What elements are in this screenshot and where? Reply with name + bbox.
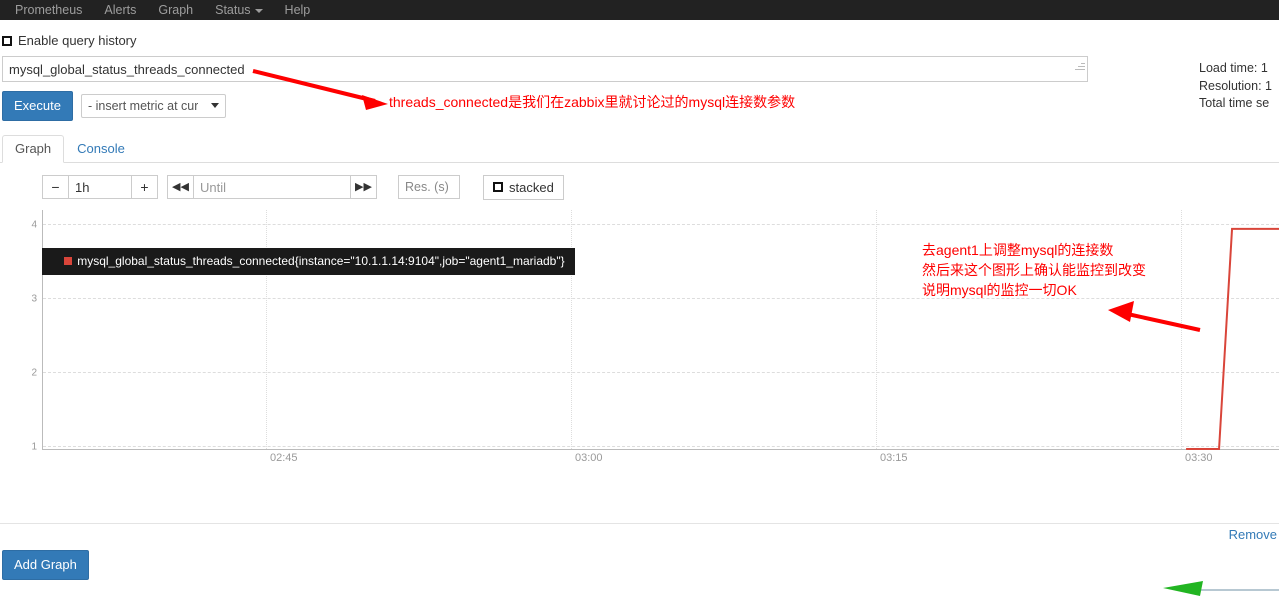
nav-item-label: Alerts xyxy=(104,3,137,17)
resolution-text: Resolution: 1 xyxy=(1199,78,1272,93)
execute-row: Execute - insert metric at cur xyxy=(0,82,1279,121)
nav-item-label: Status xyxy=(215,3,251,17)
x-axis-tick-0315: 03:15 xyxy=(880,451,908,464)
tab-console[interactable]: Console xyxy=(64,135,138,163)
panel-divider xyxy=(0,523,1279,524)
result-tabs: Graph Console xyxy=(0,134,1279,163)
nav-item-status[interactable]: Status xyxy=(204,0,273,20)
graph-legend[interactable]: ✓ mysql_global_status_threads_connected{… xyxy=(42,248,575,275)
nav-item-label: Graph xyxy=(158,3,194,17)
query-stats-panel: Load time: 1 Resolution: 1 Total time se xyxy=(1199,60,1279,113)
time-forward-icon[interactable]: ▶▶ xyxy=(350,175,377,200)
stacked-toggle[interactable]: stacked xyxy=(483,174,564,200)
query-expression-input[interactable] xyxy=(2,56,1088,82)
x-axis-tick-0245: 02:45 xyxy=(270,451,298,464)
remove-graph-link[interactable]: Remove xyxy=(1229,527,1277,542)
legend-color-swatch xyxy=(64,257,73,265)
load-time-text: Load time: 1 xyxy=(1199,61,1268,75)
tab-label: Graph xyxy=(15,140,52,156)
enable-query-history-checkbox[interactable] xyxy=(2,35,12,46)
tab-label: Console xyxy=(77,140,125,156)
x-axis-tick-0300: 03:00 xyxy=(575,451,603,464)
add-graph-container: Add Graph xyxy=(2,550,89,580)
stacked-checkbox[interactable] xyxy=(493,182,503,193)
execute-button[interactable]: Execute xyxy=(2,91,73,121)
y-axis-tick-3: 3 xyxy=(31,293,37,305)
enable-query-history-row[interactable]: Enable query history xyxy=(0,20,1279,56)
green-arrow-bottom xyxy=(1163,581,1279,596)
nav-item-label: Help xyxy=(284,3,311,17)
tab-graph[interactable]: Graph xyxy=(2,134,65,163)
x-axis-tick-0330: 03:30 xyxy=(1185,451,1213,464)
top-navbar: Prometheus Alerts Graph Status Help xyxy=(0,0,1279,20)
query-input-container xyxy=(0,56,1279,82)
series-line-threads-connected xyxy=(1186,227,1279,450)
nav-item-help[interactable]: Help xyxy=(274,0,322,20)
add-graph-button[interactable]: Add Graph xyxy=(2,550,89,580)
range-increase-button[interactable]: + xyxy=(131,175,158,200)
range-input[interactable] xyxy=(69,175,131,200)
enable-query-history-label: Enable query history xyxy=(18,33,137,48)
insert-metric-select[interactable]: - insert metric at cur xyxy=(80,93,226,118)
y-axis-tick-2: 2 xyxy=(31,367,37,379)
stacked-label: stacked xyxy=(509,179,554,195)
nav-item-prometheus[interactable]: Prometheus xyxy=(4,0,93,20)
total-time-series-text: Total time se xyxy=(1199,96,1270,110)
insert-metric-label: - insert metric at cur xyxy=(87,98,198,113)
chevron-down-icon xyxy=(254,9,263,13)
time-backward-icon[interactable]: ◀◀ xyxy=(167,175,194,200)
plot-area[interactable]: 4 3 2 1 02:45 03:00 03:15 03:30 xyxy=(31,209,1279,464)
time-navigation-group: ◀◀ ▶▶ xyxy=(167,175,377,200)
chevron-down-icon xyxy=(210,103,219,109)
nav-item-alerts[interactable]: Alerts xyxy=(93,0,147,20)
resolution-input[interactable] xyxy=(398,175,460,200)
range-stepper-group: − + xyxy=(42,175,158,200)
nav-item-label: Prometheus xyxy=(15,3,83,17)
legend-series-label: mysql_global_status_threads_connected{in… xyxy=(77,254,565,268)
y-axis-tick-4: 4 xyxy=(31,219,37,231)
graph-controls-toolbar: − + ◀◀ ▶▶ stacked xyxy=(0,163,1279,200)
range-decrease-button[interactable]: − xyxy=(42,175,69,200)
nav-item-graph[interactable]: Graph xyxy=(147,0,204,20)
until-input[interactable] xyxy=(194,175,350,200)
y-axis-tick-1: 1 xyxy=(31,441,37,453)
